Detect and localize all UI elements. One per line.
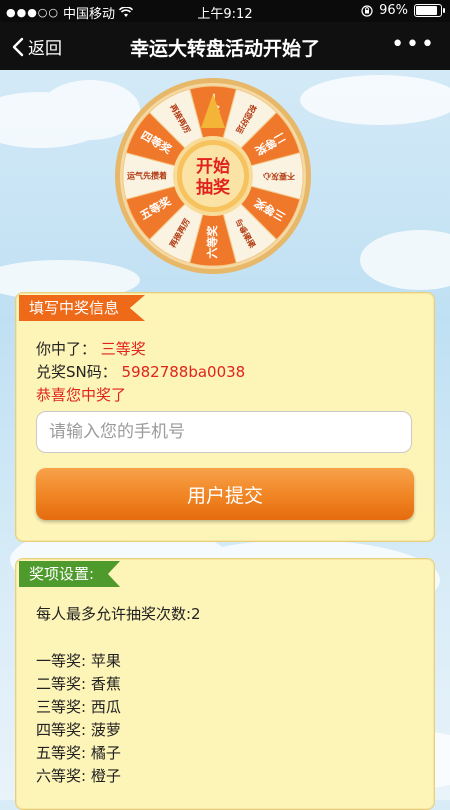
orientation-lock-icon [361,4,373,17]
wheel-segment-label: 六等奖 [205,225,219,259]
win-label: 你中了： [36,340,97,358]
status-bar: ●●●○○ 中国移动 上午9:12 96% [0,0,450,22]
sn-label: 兑奖SN码： [36,363,117,381]
max-draws-text: 每人最多允许抽奖次数:2 [36,605,201,623]
battery-icon [414,4,445,17]
prize-item: 六等奖: 橙子 [36,767,121,785]
start-draw-line2: 抽奖 [196,177,231,198]
sn-value: 5982788ba0038 [121,363,246,381]
win-value: 三等奖 [100,340,146,358]
win-result-line: 你中了： 三等奖 [36,338,146,359]
lucky-wheel: 一等奖祝您好运二等奖不要灰心三等奖谢谢参与六等奖再接再厉五等奖运气先攒着四等奖再… [113,76,313,276]
start-draw-line1: 开始 [196,156,230,177]
battery-level [416,6,438,15]
nav-bar: 返回 幸运大转盘活动开始了 ••• [0,22,450,70]
wheel-segment-label: 运气先攒着 [127,171,167,181]
sn-code-line: 兑奖SN码： 5982788ba0038 [36,361,245,382]
prize-item: 五等奖: 橘子 [36,744,121,762]
prize-item: 四等奖: 菠萝 [36,721,121,739]
prize-item: 一等奖: 苹果 [36,652,121,670]
wheel-segment-label: 不要灰心 [263,172,295,182]
submit-button[interactable]: 用户提交 [36,468,414,520]
win-info-tag: 填写中奖信息 [19,295,146,321]
phone-input[interactable] [36,411,412,453]
prize-item: 三等奖: 西瓜 [36,698,121,716]
congrats-text: 恭喜您中奖了 [36,386,127,404]
page-title: 幸运大转盘活动开始了 [129,38,320,60]
prize-item: 二等奖: 香蕉 [36,675,121,693]
prize-settings-card: 奖项设置: 每人最多允许抽奖次数:2 一等奖: 苹果 二等奖: 香蕉 三等奖: … [15,558,435,810]
more-menu-button[interactable]: ••• [391,32,436,57]
battery-percent: 96% [379,3,408,18]
prize-settings-tag: 奖项设置: [19,561,121,587]
win-info-card: 填写中奖信息 你中了： 三等奖 兑奖SN码： 5982788ba0038 恭喜您… [15,292,435,542]
